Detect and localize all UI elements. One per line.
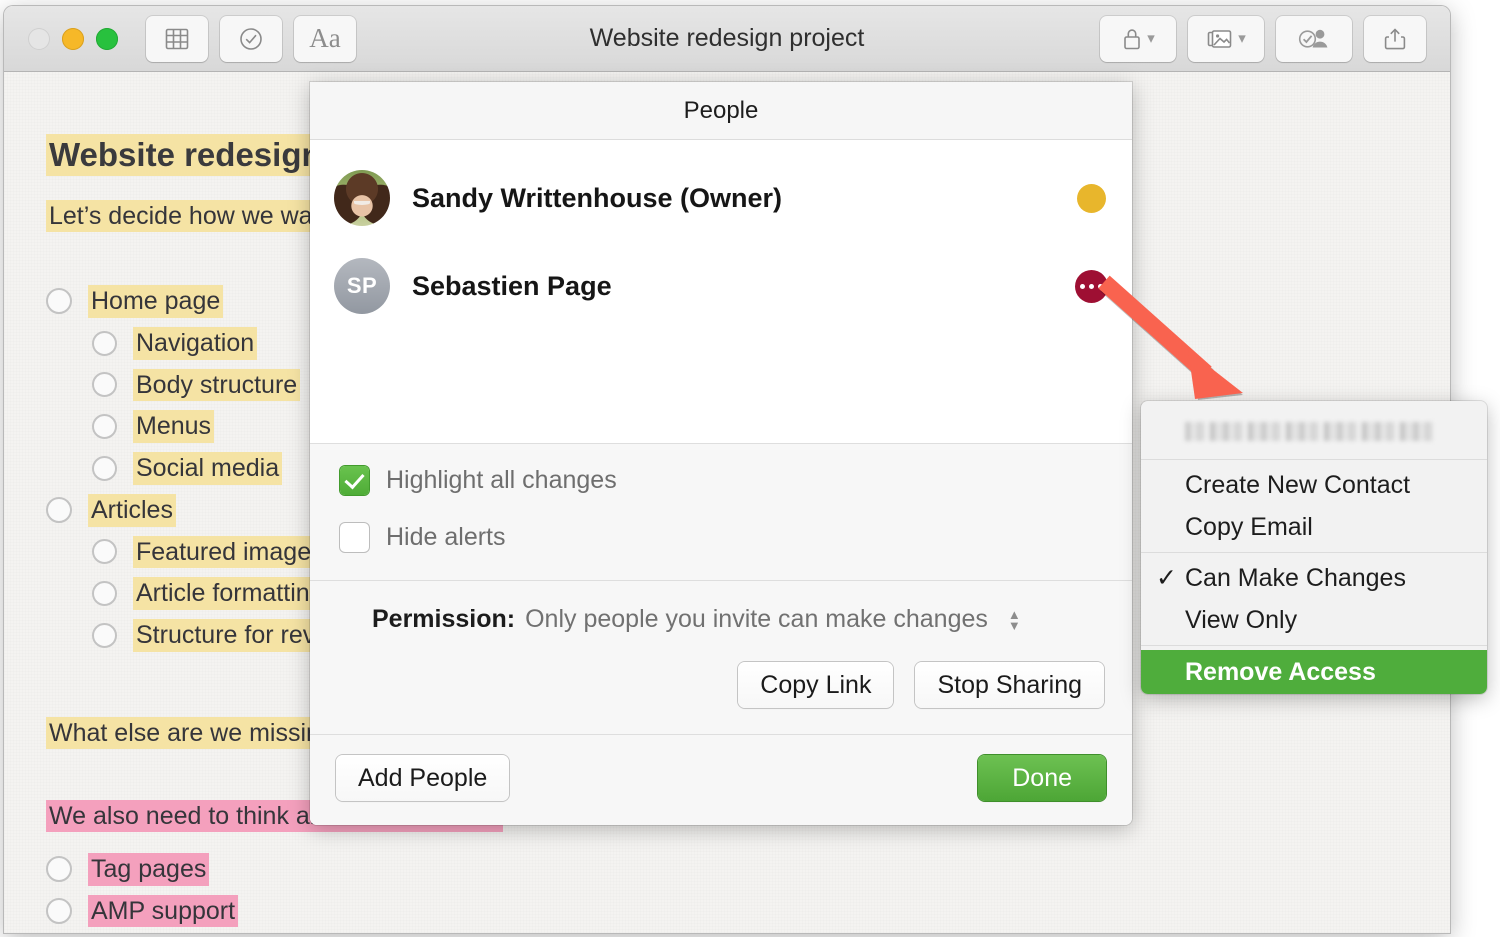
options-section: Highlight all changes Hide alerts bbox=[310, 444, 1132, 580]
permission-row[interactable]: Permission: Only people you invite can m… bbox=[338, 605, 1104, 634]
aa-icon: Aa bbox=[309, 23, 341, 53]
people-list-item[interactable]: SP Sebastien Page bbox=[310, 242, 1132, 330]
context-menu-item-view-only[interactable]: View Only bbox=[1141, 599, 1487, 641]
toolbar-right-group: ▾ ▾ bbox=[1100, 15, 1426, 62]
permission-section: Permission: Only people you invite can m… bbox=[310, 581, 1132, 734]
checklist-radio[interactable] bbox=[92, 414, 117, 440]
check-circle-icon bbox=[238, 26, 264, 52]
menu-divider bbox=[1141, 552, 1487, 553]
checklist-radio[interactable] bbox=[46, 897, 72, 924]
context-menu-item-create-new-contact[interactable]: Create New Contact bbox=[1141, 464, 1487, 506]
checkbox-icon[interactable] bbox=[340, 523, 369, 552]
ellipsis-icon bbox=[1080, 283, 1085, 289]
checklist-label: Home page bbox=[88, 285, 224, 318]
checklist-label: Menus bbox=[133, 410, 215, 443]
chevron-down-icon: ▾ bbox=[1147, 30, 1155, 47]
context-menu-label: Can Make Changes bbox=[1185, 563, 1406, 592]
context-menu-label: View Only bbox=[1185, 605, 1298, 634]
checklist-radio[interactable] bbox=[92, 330, 117, 356]
person-name: Sebastien Page bbox=[412, 270, 612, 301]
maximize-window-button[interactable] bbox=[96, 27, 118, 50]
permission-value[interactable]: Only people you invite can make changes bbox=[525, 605, 988, 634]
context-menu-item-redacted bbox=[1141, 408, 1487, 455]
context-menu-item-copy-email[interactable]: Copy Email bbox=[1141, 506, 1487, 548]
option-label: Highlight all changes bbox=[386, 466, 617, 494]
lock-icon bbox=[1121, 26, 1143, 52]
ellipsis-icon bbox=[1089, 283, 1094, 289]
chevron-down-icon: ▼ bbox=[1007, 617, 1021, 633]
person-check-icon bbox=[1296, 26, 1332, 52]
menu-divider bbox=[1141, 645, 1487, 646]
table-icon bbox=[164, 26, 190, 52]
people-list-item[interactable]: Sandy Writtenhouse (Owner) bbox=[310, 154, 1132, 242]
done-button[interactable]: Done bbox=[978, 755, 1106, 801]
checklist-radio[interactable] bbox=[92, 581, 117, 607]
context-menu-item-remove-access[interactable]: Remove Access bbox=[1141, 650, 1487, 694]
text-format-button[interactable]: Aa bbox=[294, 15, 356, 62]
checklist-label: AMP support bbox=[88, 894, 239, 928]
close-window-button[interactable] bbox=[28, 27, 50, 50]
person-name: Sandy Writtenhouse (Owner) bbox=[412, 182, 783, 213]
checklist-radio[interactable] bbox=[46, 497, 72, 524]
option-hide-alerts[interactable]: Hide alerts bbox=[340, 523, 1132, 552]
checklist-radio[interactable] bbox=[92, 372, 117, 398]
traffic-lights bbox=[28, 27, 118, 50]
more-options-button[interactable] bbox=[1075, 269, 1108, 303]
checklist-label: Social media bbox=[133, 452, 283, 485]
table-button[interactable] bbox=[146, 15, 208, 62]
add-people-button[interactable]: Add People bbox=[336, 755, 510, 801]
checklist-radio[interactable] bbox=[46, 856, 72, 883]
menu-divider bbox=[1141, 459, 1487, 460]
redacted-email-text bbox=[1185, 422, 1435, 441]
people-dialog: People Sandy Writtenhouse (Owner) SP Seb… bbox=[310, 82, 1132, 825]
copy-link-button[interactable]: Copy Link bbox=[738, 662, 894, 708]
checklist-button[interactable] bbox=[220, 15, 282, 62]
media-button[interactable]: ▾ bbox=[1188, 15, 1264, 62]
avatar bbox=[334, 170, 390, 226]
option-highlight-all-changes[interactable]: Highlight all changes bbox=[340, 466, 1132, 495]
lock-button[interactable]: ▾ bbox=[1100, 15, 1176, 62]
checklist-label: Body structure bbox=[133, 368, 301, 402]
screen: Aa Website redesign project ▾ ▾ Website … bbox=[0, 0, 1500, 937]
checklist-label: Navigation bbox=[133, 326, 258, 360]
avatar: SP bbox=[334, 258, 390, 314]
checkbox-icon[interactable] bbox=[340, 466, 369, 495]
context-menu-label: Create New Contact bbox=[1185, 470, 1411, 499]
toolbar-left-group: Aa bbox=[146, 15, 356, 62]
ellipsis-icon bbox=[1098, 283, 1103, 289]
share-icon bbox=[1383, 26, 1407, 52]
image-icon bbox=[1206, 26, 1234, 52]
context-menu-label: Remove Access bbox=[1185, 657, 1376, 686]
checklist-radio[interactable] bbox=[92, 622, 117, 648]
minimize-window-button[interactable] bbox=[62, 27, 84, 50]
checklist-radio[interactable] bbox=[92, 455, 117, 481]
context-menu-item-can-make-changes[interactable]: ✓ Can Make Changes bbox=[1141, 557, 1487, 599]
checklist-label: Featured images bbox=[133, 535, 327, 569]
checkmark-icon: ✓ bbox=[1156, 564, 1177, 592]
permission-label: Permission: bbox=[372, 605, 516, 633]
status-badge bbox=[1077, 183, 1106, 213]
option-label: Hide alerts bbox=[386, 523, 506, 551]
context-menu: Create New Contact Copy Email ✓ Can Make… bbox=[1141, 401, 1487, 694]
stepper-icon[interactable]: ▲ ▼ bbox=[1007, 608, 1021, 633]
dialog-footer: Add People Done bbox=[310, 734, 1132, 825]
collaborate-button[interactable] bbox=[1276, 15, 1352, 62]
checklist-label: Article formatting bbox=[133, 577, 327, 610]
stop-sharing-button[interactable]: Stop Sharing bbox=[915, 662, 1104, 708]
checklist-radio[interactable] bbox=[46, 288, 72, 315]
window-titlebar: Aa Website redesign project ▾ ▾ bbox=[4, 6, 1450, 72]
checklist-radio[interactable] bbox=[92, 539, 117, 565]
list-item[interactable]: AMP support bbox=[46, 894, 1366, 928]
share-button[interactable] bbox=[1364, 15, 1426, 62]
list-item[interactable]: Tag pages bbox=[46, 852, 1366, 886]
checklist-label: Articles bbox=[88, 493, 176, 527]
permission-buttons: Copy Link Stop Sharing bbox=[338, 662, 1104, 708]
context-menu-label: Copy Email bbox=[1185, 512, 1313, 541]
people-dialog-title: People bbox=[310, 82, 1132, 140]
checklist-label: Tag pages bbox=[88, 852, 210, 886]
chevron-down-icon: ▾ bbox=[1238, 30, 1246, 47]
people-list: Sandy Writtenhouse (Owner) SP Sebastien … bbox=[310, 140, 1132, 443]
